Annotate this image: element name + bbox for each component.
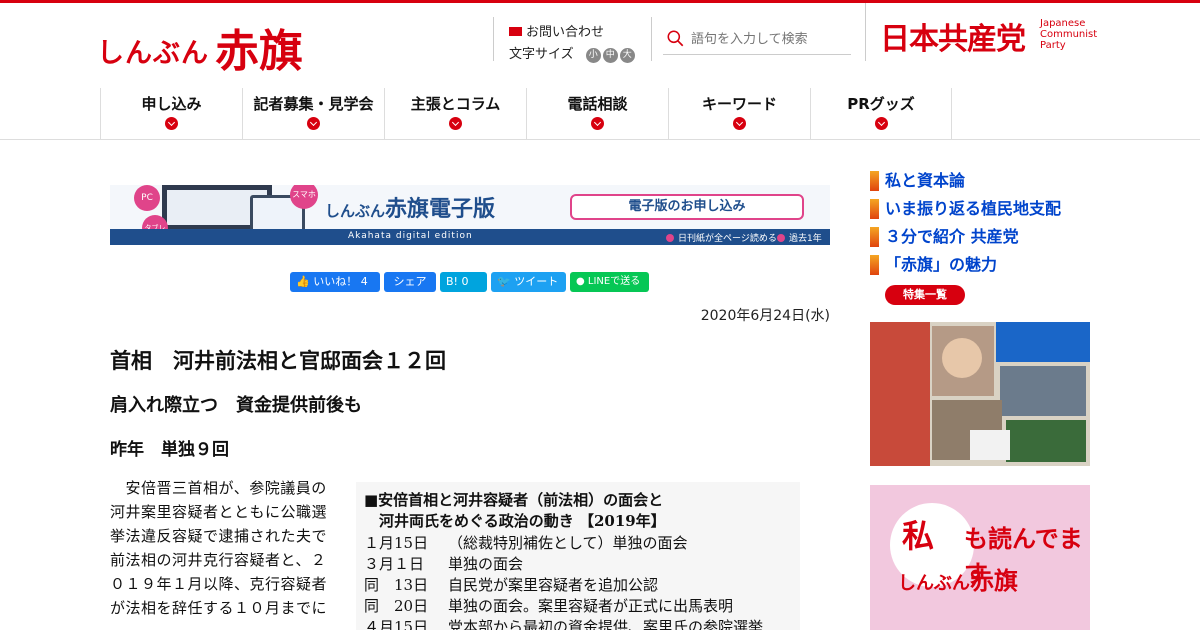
font-size-control: 文字サイズ 小中大: [509, 43, 635, 63]
banner-title: しんぶん赤旗電子版: [325, 196, 496, 222]
reader-promo-image[interactable]: 私 も読んでます しんぶん赤旗: [870, 485, 1090, 630]
share-buttons: 👍 いいね！ 4 シェア B! 0 🐦 ツイート ● LINEで送る: [290, 272, 649, 292]
timeline-figure: ■安倍首相と河井容疑者（前法相）の面会と 河井両氏をめぐる政治の動き 【2019…: [356, 482, 800, 630]
promo-text-akahata: しんぶん赤旗: [898, 566, 1018, 595]
timeline-row: ３月１日 単独の面会: [364, 555, 524, 573]
sunday-edition-promo-image[interactable]: [870, 322, 1090, 466]
tweet-button[interactable]: 🐦 ツイート: [491, 272, 566, 292]
smartphone-badge: スマホ: [290, 185, 318, 209]
banner-point: 日刊紙が全ページ読める: [666, 231, 777, 244]
chevron-down-icon: [165, 117, 178, 130]
font-size-medium-button[interactable]: 中: [602, 48, 618, 63]
sidebar-link-akahata-appeal[interactable]: 「赤旗」の魅力: [870, 254, 1061, 282]
search-icon[interactable]: [667, 30, 684, 47]
feature-list-button[interactable]: 特集一覧: [885, 285, 965, 305]
site-header: しんぶん赤旗 お問い合わせ 文字サイズ 小中大 日本共産党 Japanese C…: [0, 3, 1200, 88]
search-box: [663, 23, 851, 55]
article-subtitle: 肩入れ際立つ 資金提供前後も: [110, 395, 362, 416]
digital-apply-button[interactable]: 電子版のお申し込み: [570, 194, 804, 220]
nav-item-pr-goods[interactable]: PRグッズ: [810, 88, 952, 139]
divider: [865, 3, 866, 61]
nav-item-apply[interactable]: 申し込み: [100, 88, 242, 139]
party-logo[interactable]: 日本共産党 Japanese Communist Party: [880, 14, 1097, 58]
promo-text-watashi: 私: [902, 517, 935, 555]
mail-icon: [509, 27, 522, 36]
divider: [651, 17, 652, 61]
thumbs-up-icon: 👍: [296, 275, 314, 288]
pc-badge: PC: [134, 185, 160, 211]
logo-small-text: しんぶん: [97, 38, 209, 69]
line-icon: ●: [576, 276, 588, 287]
nav-item-phone-consult[interactable]: 電話相談: [526, 88, 668, 139]
contact-label: お問い合わせ: [526, 25, 605, 40]
sidebar-link-capital[interactable]: 私と資本論: [870, 170, 1061, 198]
banner-subtitle: Akahata digital edition: [348, 231, 473, 241]
main-nav: 申し込み 記者募集・見学会 主張とコラム 電話相談 キーワード PRグッズ: [100, 88, 952, 139]
nav-item-label: 記者募集・見学会: [253, 95, 374, 113]
nav-item-keywords[interactable]: キーワード: [668, 88, 810, 139]
chevron-down-icon: [733, 117, 746, 130]
banner-point: 過去1年分の検索ができる: [777, 231, 830, 245]
nav-item-label: キーワード: [701, 95, 777, 113]
chevron-down-icon: [591, 117, 604, 130]
chevron-down-icon: [875, 117, 888, 130]
timeline-row: ４月15日 党本部から最初の資金提供、案里氏の参院選挙: [364, 618, 764, 630]
line-share-button[interactable]: ● LINEで送る: [570, 272, 649, 292]
nav-item-label: 電話相談: [567, 95, 628, 113]
figure-title: ■安倍首相と河井容疑者（前法相）の面会と 河井両氏をめぐる政治の動き 【2019…: [364, 491, 666, 530]
party-name-en: Japanese Communist Party: [1040, 18, 1098, 51]
timeline-row: 同 20日 単独の面会。案里容疑者が正式に出馬表明: [364, 597, 734, 615]
font-size-large-button[interactable]: 大: [619, 48, 635, 63]
article-body: 安倍晋三首相が、参院議員の河井案里容疑者とともに公職選挙法違反容疑で逮捕された夫…: [110, 479, 328, 617]
sidebar-links: 私と資本論 いま振り返る植民地支配 ３分で紹介 共産党 「赤旗」の魅力: [870, 170, 1061, 282]
timeline-row: １月15日 （総裁特別補佐として）単独の面会: [364, 534, 688, 552]
article-date: 2020年6月24日(水): [700, 308, 830, 324]
chevron-down-icon: [449, 117, 462, 130]
nav-item-label: 申し込み: [141, 95, 202, 113]
chevron-down-icon: [307, 117, 320, 130]
article-title: 首相 河井前法相と官邸面会１２回: [110, 349, 446, 373]
nav-bottom-border: [0, 139, 1200, 140]
site-logo[interactable]: しんぶん 赤旗: [97, 15, 303, 79]
nav-item-label: PRグッズ: [847, 95, 915, 113]
article-subhead: 昨年 単独９回: [110, 440, 229, 460]
facebook-like-button[interactable]: 👍 いいね！ 4: [290, 272, 380, 292]
digital-edition-banner[interactable]: PC タブレット スマホ しんぶん赤旗電子版 電子版のお申し込み Akahata…: [110, 185, 830, 245]
contact-link[interactable]: お問い合わせ: [509, 21, 604, 40]
nav-item-columns[interactable]: 主張とコラム: [384, 88, 526, 139]
newspaper-cover-illustration: [870, 322, 1090, 466]
font-size-small-button[interactable]: 小: [585, 48, 601, 63]
divider: [493, 17, 494, 61]
hatena-bookmark-button[interactable]: B! 0: [440, 272, 487, 292]
nav-item-recruit[interactable]: 記者募集・見学会: [242, 88, 384, 139]
sidebar-link-party-intro[interactable]: ３分で紹介 共産党: [870, 226, 1061, 254]
timeline-row: 同 13日 自民党が案里容疑者を追加公認: [364, 576, 659, 594]
party-name-jp: 日本共産党: [880, 22, 1026, 57]
font-size-label: 文字サイズ: [509, 47, 574, 62]
logo-big-text: 赤旗: [215, 26, 303, 77]
twitter-bird-icon: 🐦: [497, 275, 515, 288]
search-input[interactable]: [691, 27, 847, 51]
facebook-share-button[interactable]: シェア: [384, 272, 436, 292]
sidebar-link-colonial[interactable]: いま振り返る植民地支配: [870, 198, 1061, 226]
nav-item-label: 主張とコラム: [410, 95, 501, 113]
